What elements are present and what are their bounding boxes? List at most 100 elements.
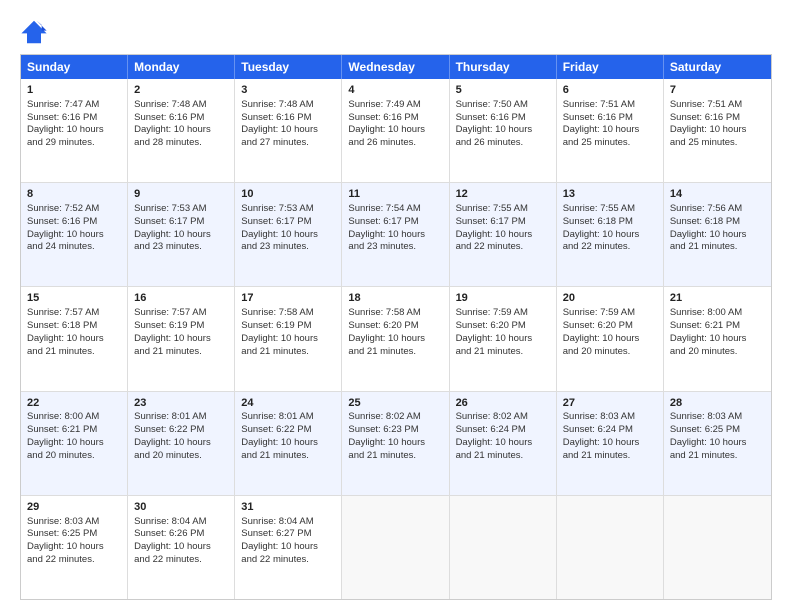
day-number: 22: [27, 396, 121, 411]
day-cell-21: 21Sunrise: 8:00 AMSunset: 6:21 PMDayligh…: [664, 287, 771, 390]
day-info-line: Sunrise: 7:50 AM: [456, 99, 550, 112]
day-info-line: Sunset: 6:27 PM: [241, 528, 335, 541]
day-info-line: Daylight: 10 hours: [241, 437, 335, 450]
day-info-line: Sunset: 6:20 PM: [348, 320, 442, 333]
header: [20, 18, 772, 46]
day-info-line: Daylight: 10 hours: [670, 229, 765, 242]
day-info-line: Daylight: 10 hours: [241, 124, 335, 137]
day-info-line: and 22 minutes.: [456, 241, 550, 254]
empty-cell: [664, 496, 771, 599]
empty-cell: [450, 496, 557, 599]
day-info-line: Sunrise: 7:55 AM: [563, 203, 657, 216]
day-info-line: Sunset: 6:16 PM: [27, 112, 121, 125]
day-info-line: Sunrise: 7:53 AM: [241, 203, 335, 216]
day-info-line: Sunset: 6:23 PM: [348, 424, 442, 437]
day-number: 15: [27, 291, 121, 306]
day-info-line: Sunset: 6:18 PM: [27, 320, 121, 333]
day-info-line: Sunset: 6:26 PM: [134, 528, 228, 541]
day-info-line: and 20 minutes.: [134, 450, 228, 463]
day-info-line: and 22 minutes.: [563, 241, 657, 254]
day-info-line: Sunset: 6:22 PM: [241, 424, 335, 437]
day-info-line: Sunrise: 7:55 AM: [456, 203, 550, 216]
weekday-header-friday: Friday: [557, 55, 664, 79]
day-cell-3: 3Sunrise: 7:48 AMSunset: 6:16 PMDaylight…: [235, 79, 342, 182]
day-info-line: Daylight: 10 hours: [134, 124, 228, 137]
day-number: 1: [27, 83, 121, 98]
day-info-line: and 21 minutes.: [456, 346, 550, 359]
day-cell-24: 24Sunrise: 8:01 AMSunset: 6:22 PMDayligh…: [235, 392, 342, 495]
day-info-line: Daylight: 10 hours: [134, 333, 228, 346]
day-info-line: Sunset: 6:22 PM: [134, 424, 228, 437]
day-info-line: and 25 minutes.: [563, 137, 657, 150]
day-number: 16: [134, 291, 228, 306]
day-info-line: Sunrise: 8:03 AM: [670, 411, 765, 424]
day-cell-4: 4Sunrise: 7:49 AMSunset: 6:16 PMDaylight…: [342, 79, 449, 182]
day-info-line: and 21 minutes.: [134, 346, 228, 359]
day-number: 23: [134, 396, 228, 411]
day-info-line: Daylight: 10 hours: [563, 124, 657, 137]
day-info-line: and 29 minutes.: [27, 137, 121, 150]
day-number: 29: [27, 500, 121, 515]
day-info-line: Daylight: 10 hours: [670, 124, 765, 137]
weekday-header-thursday: Thursday: [450, 55, 557, 79]
day-cell-11: 11Sunrise: 7:54 AMSunset: 6:17 PMDayligh…: [342, 183, 449, 286]
day-info-line: Sunset: 6:24 PM: [563, 424, 657, 437]
day-info-line: and 21 minutes.: [670, 241, 765, 254]
day-info-line: Sunrise: 7:57 AM: [27, 307, 121, 320]
day-info-line: Sunset: 6:25 PM: [670, 424, 765, 437]
calendar-row-3: 15Sunrise: 7:57 AMSunset: 6:18 PMDayligh…: [21, 287, 771, 391]
day-info-line: Sunrise: 7:59 AM: [456, 307, 550, 320]
day-number: 31: [241, 500, 335, 515]
day-number: 8: [27, 187, 121, 202]
day-info-line: and 21 minutes.: [241, 346, 335, 359]
day-cell-26: 26Sunrise: 8:02 AMSunset: 6:24 PMDayligh…: [450, 392, 557, 495]
day-info-line: and 20 minutes.: [563, 346, 657, 359]
weekday-header-saturday: Saturday: [664, 55, 771, 79]
calendar-row-5: 29Sunrise: 8:03 AMSunset: 6:25 PMDayligh…: [21, 496, 771, 599]
day-number: 5: [456, 83, 550, 98]
day-info-line: Sunset: 6:16 PM: [27, 216, 121, 229]
day-cell-9: 9Sunrise: 7:53 AMSunset: 6:17 PMDaylight…: [128, 183, 235, 286]
day-info-line: and 22 minutes.: [241, 554, 335, 567]
day-cell-23: 23Sunrise: 8:01 AMSunset: 6:22 PMDayligh…: [128, 392, 235, 495]
day-info-line: Sunset: 6:18 PM: [563, 216, 657, 229]
day-info-line: Sunrise: 7:52 AM: [27, 203, 121, 216]
day-info-line: and 21 minutes.: [241, 450, 335, 463]
day-info-line: Sunset: 6:16 PM: [563, 112, 657, 125]
day-info-line: Sunset: 6:17 PM: [134, 216, 228, 229]
calendar-row-2: 8Sunrise: 7:52 AMSunset: 6:16 PMDaylight…: [21, 183, 771, 287]
day-cell-7: 7Sunrise: 7:51 AMSunset: 6:16 PMDaylight…: [664, 79, 771, 182]
calendar-header: SundayMondayTuesdayWednesdayThursdayFrid…: [21, 55, 771, 79]
day-number: 17: [241, 291, 335, 306]
page: SundayMondayTuesdayWednesdayThursdayFrid…: [0, 0, 792, 612]
day-number: 24: [241, 396, 335, 411]
day-info-line: Sunrise: 7:47 AM: [27, 99, 121, 112]
day-info-line: and 27 minutes.: [241, 137, 335, 150]
day-info-line: Daylight: 10 hours: [27, 333, 121, 346]
day-cell-1: 1Sunrise: 7:47 AMSunset: 6:16 PMDaylight…: [21, 79, 128, 182]
day-info-line: Daylight: 10 hours: [456, 437, 550, 450]
day-info-line: Sunrise: 7:48 AM: [134, 99, 228, 112]
day-info-line: Daylight: 10 hours: [27, 229, 121, 242]
day-info-line: Daylight: 10 hours: [27, 541, 121, 554]
day-number: 7: [670, 83, 765, 98]
calendar: SundayMondayTuesdayWednesdayThursdayFrid…: [20, 54, 772, 600]
day-info-line: Sunset: 6:20 PM: [563, 320, 657, 333]
day-cell-30: 30Sunrise: 8:04 AMSunset: 6:26 PMDayligh…: [128, 496, 235, 599]
day-info-line: Daylight: 10 hours: [670, 333, 765, 346]
day-number: 6: [563, 83, 657, 98]
day-info-line: and 20 minutes.: [670, 346, 765, 359]
day-info-line: Sunset: 6:21 PM: [670, 320, 765, 333]
day-info-line: Sunrise: 8:04 AM: [241, 516, 335, 529]
day-info-line: Daylight: 10 hours: [456, 124, 550, 137]
day-cell-16: 16Sunrise: 7:57 AMSunset: 6:19 PMDayligh…: [128, 287, 235, 390]
day-info-line: Daylight: 10 hours: [134, 437, 228, 450]
day-number: 28: [670, 396, 765, 411]
day-info-line: Sunrise: 7:49 AM: [348, 99, 442, 112]
day-info-line: Sunrise: 8:02 AM: [456, 411, 550, 424]
day-info-line: Daylight: 10 hours: [241, 333, 335, 346]
day-info-line: Sunrise: 7:48 AM: [241, 99, 335, 112]
day-info-line: Sunrise: 7:59 AM: [563, 307, 657, 320]
day-cell-27: 27Sunrise: 8:03 AMSunset: 6:24 PMDayligh…: [557, 392, 664, 495]
day-info-line: Sunset: 6:17 PM: [241, 216, 335, 229]
